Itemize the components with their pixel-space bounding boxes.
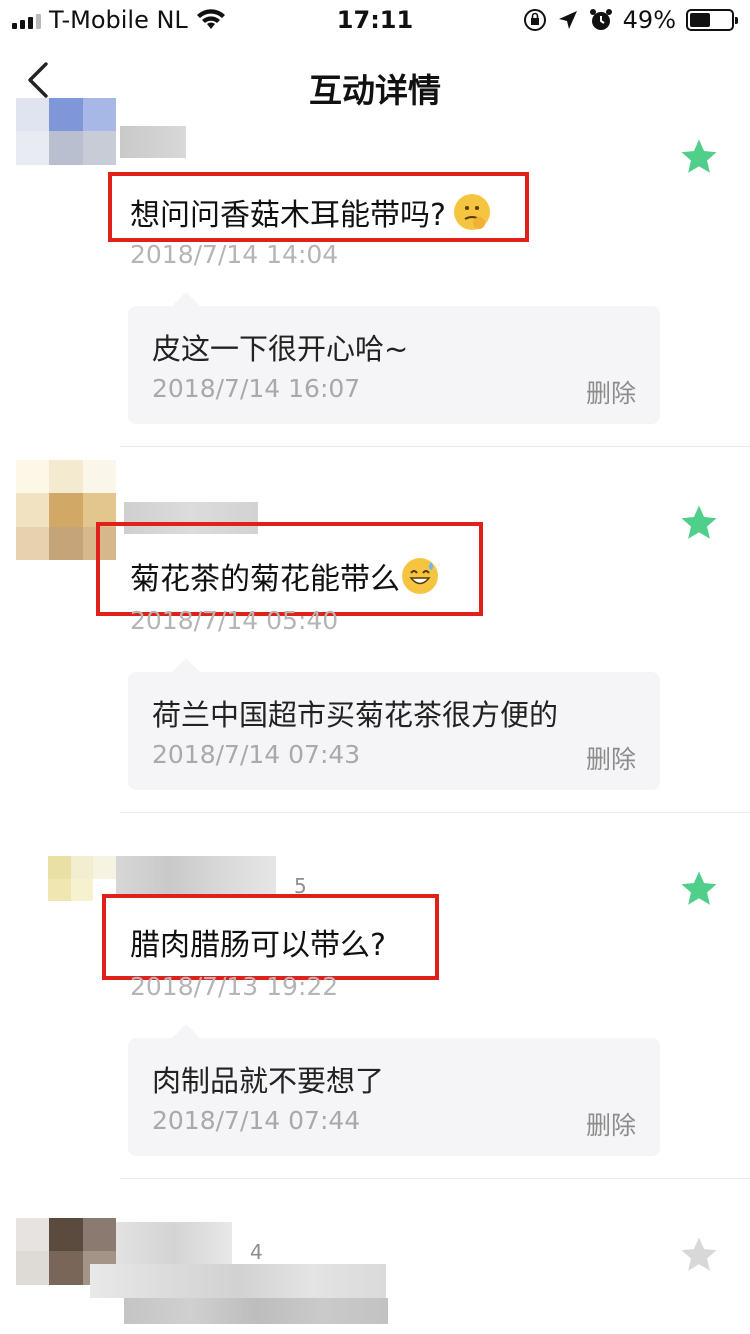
username-blurred [116, 856, 276, 896]
star-icon[interactable] [678, 1234, 720, 1276]
divider [120, 812, 750, 813]
battery-fill [690, 13, 710, 27]
reply-text: 皮这一下很开心哈~ [152, 332, 409, 366]
screen: T-Mobile NL 17:11 49% 互动详情 想问问香菇木耳能带吗? 2… [0, 0, 750, 1334]
delete-button[interactable]: 删除 [586, 374, 636, 410]
reply-text: 荷兰中国超市买菊花茶很方便的 [152, 698, 559, 732]
count-label: 4 [250, 1240, 263, 1264]
reply-time: 2018/7/14 16:07 [152, 374, 361, 403]
avatar [16, 98, 116, 198]
question-label: 腊肉腊肠可以带么? [130, 928, 386, 963]
question-text: 菊花茶的菊花能带么 [130, 554, 438, 598]
message-card: 5 腊肉腊肠可以带么? 2018/7/13 19:22 肉制品就不要想了 201… [0, 826, 750, 1178]
reply-bubble: 肉制品就不要想了 2018/7/14 07:44 删除 [128, 1024, 660, 1156]
star-icon[interactable] [678, 502, 720, 544]
reply-text: 肉制品就不要想了 [152, 1064, 385, 1098]
reply-bubble: 皮这一下很开心哈~ 2018/7/14 16:07 删除 [128, 292, 660, 424]
message-card: 菊花茶的菊花能带么 2018/7/14 05:40 荷兰中国超市买菊花茶很方便的… [0, 460, 750, 812]
thinking-face-emoji [453, 194, 490, 230]
question-time: 2018/7/14 14:04 [130, 240, 339, 269]
reply-time: 2018/7/14 07:43 [152, 740, 361, 769]
message-card: 4 [0, 1190, 750, 1334]
question-label: 想问问香菇木耳能带吗? [130, 198, 446, 233]
star-icon[interactable] [678, 868, 720, 910]
battery-icon [686, 9, 738, 31]
reply-time: 2018/7/14 07:44 [152, 1106, 361, 1135]
question-time: 2018/7/13 19:22 [130, 972, 339, 1001]
username-blurred [116, 1222, 232, 1264]
question-label: 菊花茶的菊花能带么 [130, 562, 400, 597]
divider [120, 1178, 750, 1179]
question-text: 想问问香菇木耳能带吗? [130, 190, 490, 234]
question-blurred [124, 1298, 388, 1324]
delete-button[interactable]: 删除 [586, 740, 636, 776]
divider [120, 446, 750, 447]
delete-button[interactable]: 删除 [586, 1106, 636, 1142]
question-text: 腊肉腊肠可以带么? [130, 920, 386, 964]
orientation-lock-icon [523, 9, 546, 31]
star-icon[interactable] [678, 136, 720, 178]
message-card: 想问问香菇木耳能带吗? 2018/7/14 14:04 皮这一下很开心哈~ 20… [0, 94, 750, 444]
question-blurred [90, 1264, 386, 1298]
battery-percent: 49% [622, 6, 676, 34]
status-bar: T-Mobile NL 17:11 49% [0, 0, 750, 40]
username-blurred [120, 126, 186, 158]
grinning-sweat-emoji [402, 558, 438, 594]
question-time: 2018/7/14 05:40 [130, 606, 339, 635]
reply-bubble: 荷兰中国超市买菊花茶很方便的 2018/7/14 07:43 删除 [128, 658, 660, 790]
alarm-icon [589, 9, 612, 30]
location-icon [558, 11, 577, 29]
